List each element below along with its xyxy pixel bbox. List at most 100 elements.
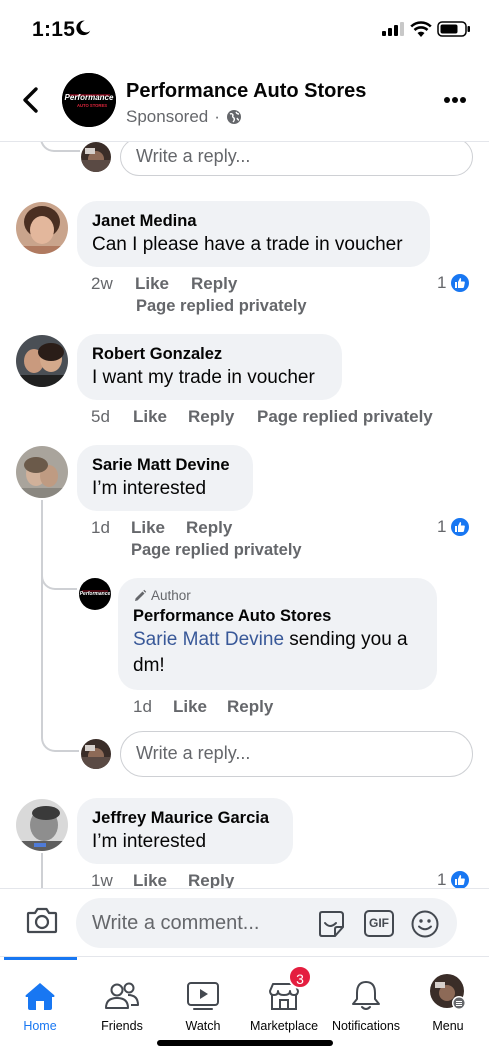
tab-home[interactable]: Home — [0, 957, 80, 1033]
svg-text:Performance: Performance — [80, 591, 111, 597]
comment-actions: 1d Like Reply — [133, 697, 273, 717]
page-name[interactable]: Performance Auto Stores — [126, 80, 366, 103]
sponsored-text: Sponsored — [126, 107, 209, 126]
tab-friends[interactable]: Friends — [82, 957, 162, 1033]
comment-composer: Write a comment... GIF — [0, 888, 489, 956]
comment-bubble: Janet Medina Can I please have a trade i… — [77, 201, 430, 267]
pencil-icon — [135, 589, 147, 601]
comment-actions: 1w Like Reply — [91, 871, 234, 888]
tab-menu[interactable]: Menu — [408, 957, 488, 1033]
reaction-count[interactable]: 1 — [437, 273, 471, 293]
commenter-avatar[interactable] — [16, 799, 68, 851]
gif-icon[interactable]: GIF — [364, 910, 394, 937]
reply-button[interactable]: Reply — [188, 871, 234, 888]
reaction-count[interactable]: 1 — [437, 517, 471, 537]
comment-time: 1w — [91, 871, 113, 888]
like-button[interactable]: Like — [131, 518, 186, 538]
user-avatar — [81, 739, 111, 769]
comment-bubble: Sarie Matt Devine I’m interested — [77, 445, 253, 511]
author-reply-text-line2: dm! — [133, 655, 165, 676]
page-replied-privately[interactable]: Page replied privately — [136, 297, 307, 316]
battery-icon — [437, 21, 470, 37]
author-tag: Author — [133, 588, 422, 603]
wifi-icon — [410, 21, 432, 37]
comment-time: 2w — [91, 274, 113, 293]
reaction-count[interactable]: 1 — [437, 870, 471, 888]
like-button[interactable]: Like — [133, 407, 188, 427]
svg-text:Performance: Performance — [65, 93, 114, 102]
comment-text: I’m interested — [92, 831, 207, 852]
author-reply-text: Sarie Matt Devine sending you a — [133, 627, 422, 653]
like-reaction-icon — [450, 870, 471, 888]
user-avatar — [81, 142, 111, 172]
post-header: Performance AUTO STORES Performance Auto… — [0, 60, 489, 142]
commenter-avatar[interactable] — [16, 335, 68, 387]
reaction-number: 1 — [437, 517, 447, 536]
sticker-icon[interactable] — [316, 909, 346, 939]
tab-marketplace[interactable]: 3 Marketplace — [244, 957, 324, 1033]
reply-text-rest: sending you a — [284, 629, 408, 650]
thread-connector — [41, 562, 77, 590]
comment-placeholder: Write a comment... — [92, 912, 260, 934]
tab-label: Menu — [432, 1019, 464, 1033]
reaction-number: 1 — [437, 273, 447, 292]
signal-icon — [382, 22, 404, 36]
home-icon — [25, 983, 55, 1010]
comment-actions: 2w Like Reply — [91, 274, 237, 294]
globe-icon — [226, 110, 241, 124]
tab-label: Friends — [101, 1019, 143, 1033]
like-button[interactable]: Like — [133, 871, 188, 888]
commenter-name[interactable]: Sarie Matt Devine — [92, 454, 238, 476]
reply-button[interactable]: Reply — [191, 274, 237, 294]
thread-connector — [41, 722, 79, 752]
page-replied-privately[interactable]: Page replied privately — [257, 407, 433, 427]
watch-icon — [187, 982, 219, 1010]
tab-notifications[interactable]: Notifications — [326, 957, 406, 1033]
tab-label: Notifications — [331, 1019, 401, 1033]
thread-line — [41, 853, 43, 888]
more-options-icon[interactable] — [443, 96, 467, 104]
commenter-name[interactable]: Robert Gonzalez — [92, 343, 327, 365]
page-avatar[interactable]: Performance AUTO STORES — [62, 73, 116, 127]
thread-connector — [40, 142, 80, 152]
reply-input[interactable]: Write a reply... — [120, 731, 473, 777]
page-replied-privately[interactable]: Page replied privately — [131, 541, 302, 560]
author-tag-label: Author — [151, 588, 191, 603]
reply-button[interactable]: Reply — [188, 407, 257, 427]
like-reaction-icon — [450, 273, 471, 293]
author-name[interactable]: Performance Auto Stores — [133, 605, 422, 627]
commenter-name[interactable]: Janet Medina — [92, 210, 415, 232]
status-time: 1:15 — [32, 18, 76, 41]
sponsored-label: Sponsored · — [126, 107, 242, 127]
reaction-number: 1 — [437, 870, 447, 888]
tab-label: Marketplace — [249, 1019, 319, 1033]
camera-icon[interactable] — [26, 906, 58, 934]
author-reply-bubble: Author Performance Auto Stores Sarie Mat… — [118, 578, 437, 690]
separator-dot: · — [214, 107, 220, 126]
mention-link[interactable]: Sarie Matt Devine — [133, 629, 284, 650]
page-avatar-small[interactable]: Performance — [79, 578, 111, 610]
emoji-icon[interactable] — [410, 909, 440, 939]
reply-button[interactable]: Reply — [227, 697, 273, 717]
like-reaction-icon — [450, 517, 471, 537]
thread-line — [41, 500, 43, 725]
commenter-avatar[interactable] — [16, 446, 68, 498]
comment-actions: 5d Like Reply Page replied privately — [91, 407, 433, 427]
comment-bubble: Robert Gonzalez I want my trade in vouch… — [77, 334, 342, 400]
comment-actions: 1d Like Reply — [91, 518, 232, 538]
reply-button[interactable]: Reply — [186, 518, 232, 538]
friends-icon — [105, 982, 139, 1009]
like-button[interactable]: Like — [135, 274, 191, 294]
like-button[interactable]: Like — [173, 697, 227, 717]
back-arrow-icon[interactable] — [20, 86, 42, 114]
commenter-name[interactable]: Jeffrey Maurice Garcia — [92, 807, 278, 829]
bell-icon — [352, 981, 380, 1010]
comment-bubble: Jeffrey Maurice Garcia I’m interested — [77, 798, 293, 864]
reply-input[interactable]: Write a reply... — [120, 142, 473, 176]
commenter-avatar[interactable] — [16, 202, 68, 254]
comment-input[interactable]: Write a comment... GIF — [76, 898, 457, 948]
tab-label: Home — [23, 1019, 57, 1033]
comments-section[interactable]: Write a reply... Janet Medina Can I plea… — [0, 142, 489, 888]
tab-watch[interactable]: Watch — [163, 957, 243, 1033]
status-bar: 1:15 — [0, 0, 489, 60]
